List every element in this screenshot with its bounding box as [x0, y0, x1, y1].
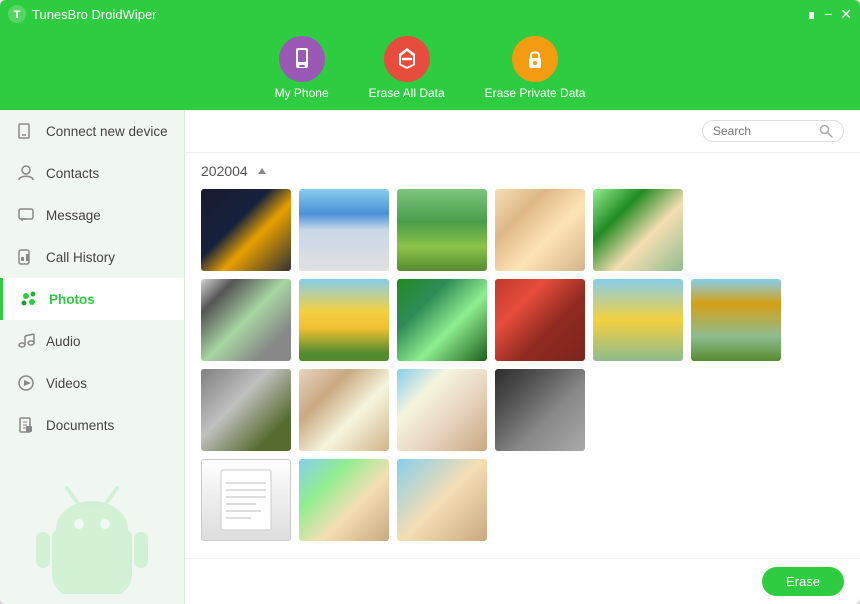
title-bar: T TunesBro DroidWiper ∎ − ✕	[0, 0, 860, 28]
photo-thumb[interactable]	[397, 459, 487, 541]
photo-thumb[interactable]	[495, 189, 585, 271]
svg-text:T: T	[14, 9, 21, 21]
toolbar-erase-all[interactable]: Erase All Data	[369, 36, 445, 100]
sidebar-item-connect[interactable]: Connect new device	[0, 110, 184, 152]
search-input[interactable]	[713, 124, 813, 138]
photo-thumb[interactable]	[397, 279, 487, 361]
sidebar: Connect new device Contacts	[0, 110, 185, 604]
sidebar-message-label: Message	[46, 208, 101, 223]
sidebar-documents-label: Documents	[46, 418, 114, 433]
photos-icon	[19, 289, 39, 309]
videos-icon	[16, 373, 36, 393]
erase-all-label: Erase All Data	[369, 86, 445, 100]
documents-icon	[16, 415, 36, 435]
photo-thumb[interactable]	[299, 459, 389, 541]
main-area: Connect new device Contacts	[0, 110, 860, 604]
photo-thumb[interactable]	[201, 189, 291, 271]
album-header: 202004	[201, 163, 844, 179]
app-window: T TunesBro DroidWiper ∎ − ✕ My Phone	[0, 0, 860, 604]
my-phone-icon-wrap	[279, 36, 325, 82]
photo-thumb[interactable]	[201, 369, 291, 451]
sidebar-photos-label: Photos	[49, 292, 95, 307]
title-bar-left: T TunesBro DroidWiper	[8, 5, 157, 23]
album-collapse-icon[interactable]	[256, 165, 268, 177]
app-logo-icon: T	[8, 5, 26, 23]
erase-private-icon	[522, 46, 548, 72]
photo-row-1	[201, 189, 844, 271]
sidebar-connect-label: Connect new device	[46, 124, 168, 139]
toolbar-erase-private[interactable]: Erase Private Data	[485, 36, 586, 100]
photo-thumb[interactable]	[495, 369, 585, 451]
audio-icon	[16, 331, 36, 351]
sidebar-item-videos[interactable]: Videos	[0, 362, 184, 404]
photo-row-2	[201, 279, 844, 361]
photo-thumb[interactable]	[691, 279, 781, 361]
erase-button[interactable]: Erase	[762, 567, 844, 596]
person-icon	[16, 163, 36, 183]
title-bar-controls: ∎ − ✕	[807, 7, 852, 21]
photo-thumb[interactable]	[495, 279, 585, 361]
app-title: TunesBro DroidWiper	[32, 7, 157, 22]
sidebar-item-documents[interactable]: Documents	[0, 404, 184, 446]
sidebar-item-audio[interactable]: Audio	[0, 320, 184, 362]
erase-all-icon-wrap	[384, 36, 430, 82]
photo-row-3	[201, 369, 844, 451]
sidebar-videos-label: Videos	[46, 376, 87, 391]
erase-all-icon	[393, 45, 421, 73]
wifi-icon: ∎	[807, 7, 816, 21]
toolbar: My Phone Erase All Data Erase Private	[0, 28, 860, 110]
sidebar-item-call-history[interactable]: Call History	[0, 236, 184, 278]
close-icon[interactable]: ✕	[840, 7, 852, 21]
call-icon	[16, 247, 36, 267]
photo-thumb[interactable]	[299, 189, 389, 271]
toolbar-my-phone[interactable]: My Phone	[275, 36, 329, 100]
erase-private-label: Erase Private Data	[485, 86, 586, 100]
sidebar-item-contacts[interactable]: Contacts	[0, 152, 184, 194]
erase-btn-container: Erase	[185, 558, 860, 604]
search-icon	[819, 124, 833, 138]
search-box[interactable]	[702, 120, 844, 142]
sidebar-audio-label: Audio	[46, 334, 81, 349]
android-decoration	[0, 474, 184, 604]
photo-thumb[interactable]	[201, 279, 291, 361]
device-icon	[16, 121, 36, 141]
sidebar-item-message[interactable]: Message	[0, 194, 184, 236]
sidebar-contacts-label: Contacts	[46, 166, 99, 181]
sidebar-call-history-label: Call History	[46, 250, 115, 265]
message-icon	[16, 205, 36, 225]
content-area: 202004	[185, 110, 860, 604]
photo-thumb[interactable]	[299, 279, 389, 361]
photo-thumb[interactable]	[397, 189, 487, 271]
photo-row-4	[201, 459, 844, 541]
minimize-icon[interactable]: −	[824, 7, 832, 21]
content-header	[185, 110, 860, 153]
photo-thumb[interactable]	[593, 279, 683, 361]
my-phone-label: My Phone	[275, 86, 329, 100]
photo-grid-area[interactable]: 202004	[185, 153, 860, 558]
photo-thumb[interactable]	[397, 369, 487, 451]
photo-thumb[interactable]	[201, 459, 291, 541]
erase-private-icon-wrap	[512, 36, 558, 82]
photo-thumb[interactable]	[593, 189, 683, 271]
photo-thumb[interactable]	[299, 369, 389, 451]
album-label: 202004	[201, 163, 248, 179]
sidebar-item-photos[interactable]: Photos	[0, 278, 184, 320]
my-phone-icon	[289, 46, 315, 72]
